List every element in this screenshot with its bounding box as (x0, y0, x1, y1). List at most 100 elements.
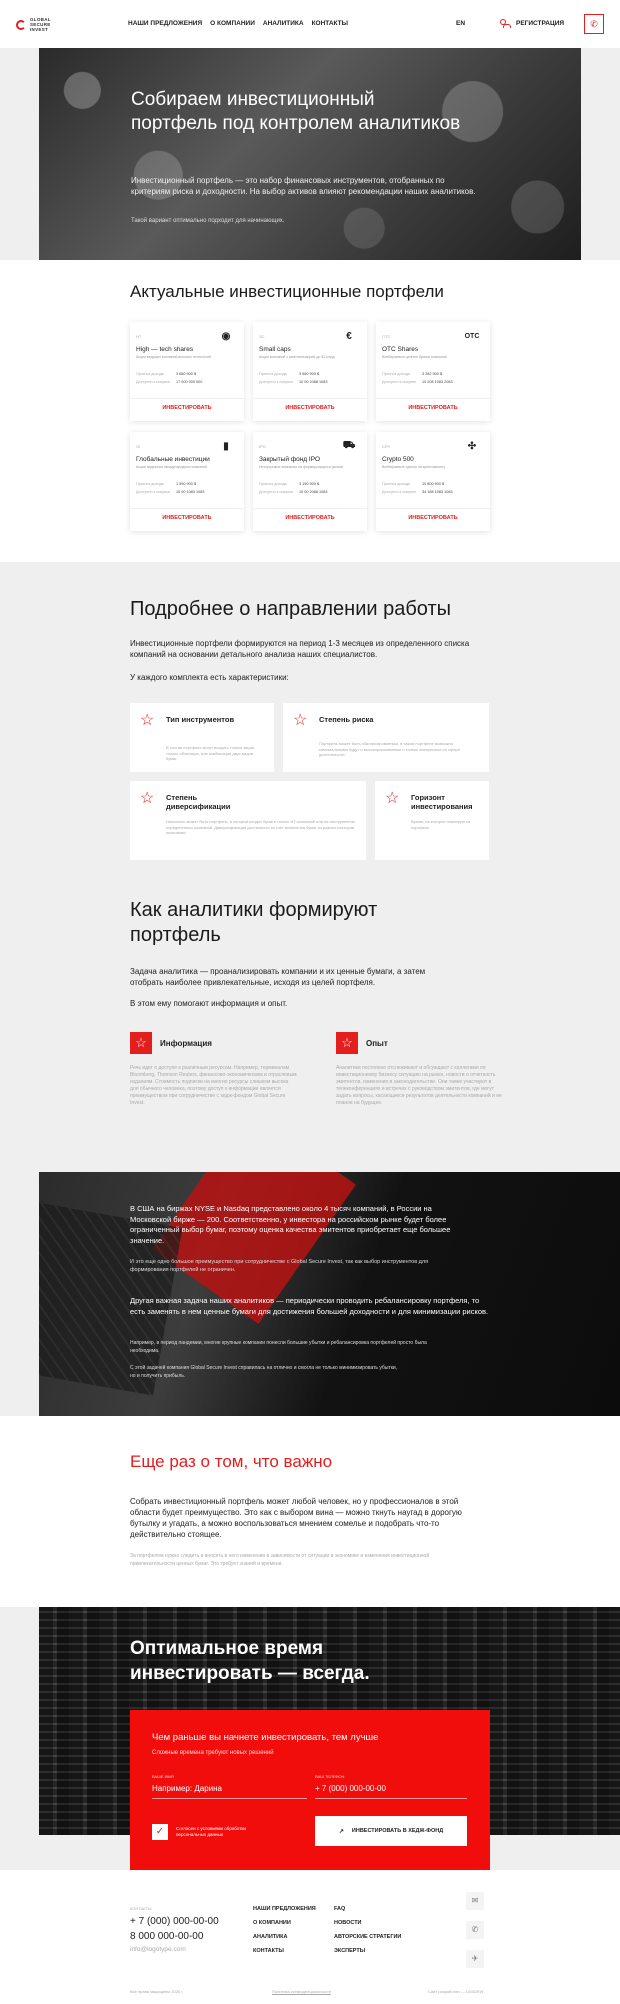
card-divider (376, 398, 490, 399)
amount-label: Доступно к покупке (259, 380, 293, 384)
star-icon: ☆ (293, 712, 308, 729)
invest-button[interactable]: ИНВЕСТИРОВАТЬ (130, 515, 244, 521)
consent-text: Согласен с условиями обработки персональ… (176, 1826, 246, 1837)
analysts-intro: Задача аналитика — проанализировать комп… (130, 967, 426, 987)
social-icon: ✈ (471, 1954, 479, 1963)
income-value: 3 560 900 $ (299, 372, 320, 376)
dark-p2: И это еще одно большое преимущество при … (130, 1259, 429, 1273)
important-p2: За портфелем нужно следить и вносить в н… (130, 1553, 430, 1567)
experience-text: Аналитики постоянно отслеживают и обсужд… (336, 1065, 502, 1106)
card-income-row: Прогноз дохода 10 800 900 $ (382, 482, 482, 486)
footer-link-analytics[interactable]: АНАЛИТИКА (253, 1934, 287, 1940)
dark-p5: С этой задачей компания Global Secure In… (130, 1365, 398, 1379)
income-value: 3 190 900 $ (299, 482, 320, 486)
invest-button[interactable]: ИНВЕСТИРОВАТЬ (253, 405, 367, 411)
card-amount-row: Доступно к покупке 10 00 2088 1083 (259, 490, 359, 494)
invest-button[interactable]: ИНВЕСТИРОВАТЬ (376, 405, 490, 411)
footer-link-about[interactable]: О КОМПАНИИ (253, 1920, 291, 1926)
nav-analytics[interactable]: АНАЛИТИКА (263, 20, 304, 27)
developer-credit[interactable]: Сайт разработан — DIGIDEW (428, 1989, 483, 1994)
portfolio-card: CRY ✣ Crypto 500 Внебиржевые сделки на крип… (376, 432, 490, 531)
privacy-policy-link[interactable]: Политика конфиденциальности (272, 1989, 331, 1994)
dark-p1: В США на биржах NYSE и Nasdaq представле… (130, 1204, 451, 1245)
social-link[interactable]: ✈ (466, 1950, 484, 1968)
important-title: Еще раз о том, что важно (130, 1452, 333, 1471)
card-income-row: Прогноз дохода 1 590 900 $ (136, 482, 236, 486)
feature-title: Горизонт инвестирования (411, 793, 473, 811)
star-icon: ☆ (140, 790, 155, 807)
feature-text: Время, на которое планируется портфель. (411, 819, 470, 830)
consent-checkbox[interactable]: ✓ (152, 1824, 168, 1840)
footer-link-contacts[interactable]: КОНТАКТЫ (253, 1948, 284, 1954)
card-name: High — tech shares (136, 346, 194, 353)
social-link[interactable]: ✉ (466, 1892, 484, 1910)
income-label: Прогноз дохода (382, 372, 410, 376)
directions-note: У каждого комплекта есть характеристики: (130, 673, 289, 682)
feature-risk: ☆ Степень риска Портфель может быть сбал… (283, 703, 489, 772)
analysts-note: В этом ему помогают информация и опыт. (130, 999, 288, 1008)
card-name: Глобальные инвестиции (136, 456, 210, 463)
name-input[interactable]: Например: Дарина (152, 1784, 222, 1793)
invest-submit-button[interactable]: ↗ ИНВЕСТИРОВАТЬ В ХЕДЖ-ФОНД (315, 1816, 467, 1846)
cta-title: Оптимальное время инвестировать — всегда… (130, 1638, 370, 1684)
footer-link-strategies[interactable]: АВТОРСКИЕ СТРАТЕГИИ (334, 1934, 401, 1940)
invest-button[interactable]: ИНВЕСТИРОВАТЬ (130, 405, 244, 411)
income-label: Прогноз дохода (136, 482, 164, 486)
copyright: Все права защищены 2020 г. (130, 1989, 184, 1994)
nav-contacts[interactable]: КОНТАКТЫ (312, 20, 348, 27)
amount-label: Доступно к покупке (136, 490, 170, 494)
nav-offers[interactable]: НАШИ ПРЕДЛОЖЕНИЯ (128, 20, 202, 27)
footer-phone-1[interactable]: + 7 (000) 000-00-00 (130, 1916, 219, 1927)
card-name: Закрытый фонд IPO (259, 456, 321, 463)
portfolio-card: IPO ⛟ Закрытый фонд IPO Неторгуемые компани… (253, 432, 367, 531)
experience-title: Опыт (366, 1039, 388, 1048)
language-switch[interactable]: EN (456, 20, 465, 27)
footer-email[interactable]: info@logotype.com (130, 1946, 186, 1953)
feature-title: Степень диверсификации (166, 793, 231, 811)
card-tag: HT (136, 334, 142, 339)
social-link[interactable]: ✆ (466, 1921, 484, 1939)
invest-button[interactable]: ИНВЕСТИРОВАТЬ (376, 515, 490, 521)
logo[interactable]: GLOBAL SECURE INVEST (16, 17, 58, 32)
card-tag: IPO (259, 444, 266, 449)
footer-link-experts[interactable]: ЭКСПЕРТЫ (334, 1948, 365, 1954)
phone-button[interactable]: ✆ (584, 14, 604, 34)
amount-label: Доступно к покупке (382, 490, 416, 494)
dark-p4: Например, в период пандемии, многие круп… (130, 1340, 427, 1354)
amount-value: 34 188 1083 1083 (422, 490, 453, 494)
nav-about[interactable]: О КОМПАНИИ (210, 20, 255, 27)
footer-link-news[interactable]: НОВОСТИ (334, 1920, 362, 1926)
footer-link-faq[interactable]: FAQ (334, 1906, 345, 1912)
hero-note: Такой вариант оптимально подходит для на… (131, 218, 285, 224)
footer-link-offers[interactable]: НАШИ ПРЕДЛОЖЕНИЯ (253, 1906, 316, 1912)
card-tag: OTC (382, 334, 391, 339)
card-income-row: Прогноз дохода 3 680 900 $ (136, 372, 236, 376)
register-link[interactable]: РЕГИСТРАЦИЯ (500, 19, 564, 28)
info-text: Речь идет о доступе к различным ресурсам… (130, 1065, 297, 1106)
footer-phone-2[interactable]: 8 000 000-00-00 (130, 1931, 203, 1942)
info-icon: ☆ (130, 1032, 152, 1054)
card-tag: GI (136, 444, 141, 449)
card-desc: Акции компаний с капитализацией до $1 мл… (259, 355, 335, 359)
logo-mark-icon (16, 19, 26, 30)
card-amount-row: Доступно к покупке 17 000 000 000 (136, 380, 236, 384)
phone-label: ВАШ ТЕЛЕФОН (315, 1774, 345, 1779)
hero-banner: Собираем инвестиционный портфель под кон… (39, 48, 581, 260)
portfolio-card: SC € Small caps Акции компаний с капитализа… (253, 322, 367, 421)
page: GLOBAL SECURE INVEST НАШИ ПРЕДЛОЖЕНИЯ О … (0, 0, 620, 2004)
card-name: OTC Shares (382, 346, 419, 353)
footer-contacts-label: КОНТАКТЫ (130, 1906, 152, 1911)
portfolio-card: GI ▮ Глобальные инвестиции Акции надежных м… (130, 432, 244, 531)
amount-value: 10 00 2088 1083 (299, 490, 328, 494)
amount-value: 10 208 1083 2083 (422, 380, 453, 384)
directions-title: Подробнее о направлении работы (130, 598, 452, 620)
card-amount-row: Доступно к покупке 10 208 1083 2083 (382, 380, 482, 384)
phone-input[interactable]: + 7 (000) 000-00-00 (315, 1784, 386, 1793)
info-title: Информация (160, 1039, 212, 1048)
card-income-row: Прогноз дохода 3 190 900 $ (259, 482, 359, 486)
feature-instrument-type: ☆ Тип инструментов В состав портфеля мог… (130, 703, 274, 772)
invest-button[interactable]: ИНВЕСТИРОВАТЬ (253, 515, 367, 521)
portfolio-icon: OTC (464, 332, 480, 340)
register-label: РЕГИСТРАЦИЯ (516, 20, 565, 27)
portfolio-icon: € (346, 330, 352, 342)
